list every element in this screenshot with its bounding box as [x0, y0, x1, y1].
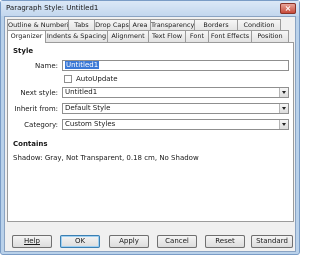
reset-button-label: Reset: [215, 237, 235, 245]
inherit-from-select[interactable]: Default Style: [62, 103, 289, 114]
next-style-value: Untitled1: [65, 88, 98, 96]
help-button[interactable]: Help: [12, 235, 52, 248]
chevron-down-icon[interactable]: [279, 120, 288, 129]
tab-indents-spacing[interactable]: Indents & Spacing: [45, 30, 108, 42]
name-input[interactable]: Untitled1: [62, 60, 289, 71]
close-button[interactable]: ×: [280, 3, 296, 14]
close-icon: ×: [284, 4, 292, 13]
apply-button[interactable]: Apply: [109, 235, 149, 248]
tab-row-2: Organizer Indents & Spacing Alignment Te…: [7, 30, 289, 43]
next-style-label: Next style:: [20, 89, 58, 97]
name-label: Name:: [34, 62, 58, 70]
tab-font-effects[interactable]: Font Effects: [208, 30, 252, 42]
apply-button-label: Apply: [119, 237, 139, 245]
reset-button[interactable]: Reset: [205, 235, 245, 248]
standard-button[interactable]: Standard: [251, 235, 293, 248]
window-title: Paragraph Style: Untitled1: [6, 4, 99, 12]
inherit-from-label: Inherit from:: [14, 105, 58, 113]
dialog-window: Paragraph Style: Untitled1 × Outline & N…: [0, 0, 300, 255]
tab-organizer[interactable]: Organizer: [7, 30, 46, 43]
chevron-down-icon[interactable]: [279, 88, 288, 97]
inherit-from-value: Default Style: [65, 104, 111, 112]
title-bar[interactable]: Paragraph Style: Untitled1 ×: [1, 1, 299, 16]
category-select[interactable]: Custom Styles: [62, 119, 289, 130]
tab-text-flow[interactable]: Text Flow: [148, 30, 186, 42]
autoupdate-label[interactable]: AutoUpdate: [76, 75, 118, 83]
category-value: Custom Styles: [65, 120, 116, 128]
cancel-button-label: Cancel: [165, 237, 189, 245]
contains-heading: Contains: [13, 140, 48, 148]
category-label: Category:: [24, 121, 58, 129]
ok-button-label: OK: [74, 237, 86, 245]
dialog-body: Outline & Numbering Tabs Drop Caps Area …: [4, 16, 296, 252]
tab-position[interactable]: Position: [251, 30, 289, 42]
cancel-button[interactable]: Cancel: [157, 235, 197, 248]
ok-button[interactable]: OK: [60, 235, 100, 248]
autoupdate-checkbox[interactable]: [64, 75, 72, 83]
tab-alignment[interactable]: Alignment: [107, 30, 149, 42]
organizer-page: Style Name: Untitled1 AutoUpdate Next st…: [7, 42, 294, 222]
help-button-label: Help: [24, 237, 40, 245]
chevron-down-icon[interactable]: [279, 104, 288, 113]
standard-button-label: Standard: [256, 237, 288, 245]
contains-description: Shadow: Gray, Not Transparent, 0.18 cm, …: [13, 154, 199, 162]
tab-font[interactable]: Font: [185, 30, 209, 42]
next-style-select[interactable]: Untitled1: [62, 87, 289, 98]
style-section-heading: Style: [13, 47, 34, 55]
name-value: Untitled1: [65, 61, 100, 69]
